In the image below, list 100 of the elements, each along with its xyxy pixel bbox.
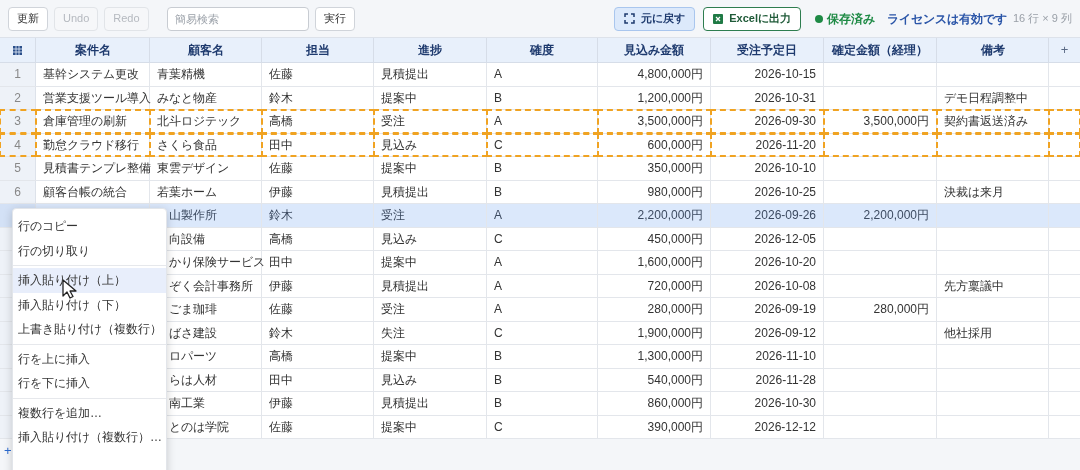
table-cell: 若葉ホーム xyxy=(150,180,262,203)
table-cell: 3,500,000円 xyxy=(598,110,711,133)
table-cell: 佐藤 xyxy=(262,157,374,180)
table-cell: 2026-09-12 xyxy=(711,321,824,344)
table-cell: 提案中 xyxy=(374,415,487,438)
table-cell: 1,600,000円 xyxy=(598,251,711,274)
table-cell: 2026-11-28 xyxy=(711,368,824,391)
table-cell: 先方稟議中 xyxy=(937,274,1049,297)
table-cell: 280,000円 xyxy=(598,298,711,321)
table-cell: 伊藤 xyxy=(262,180,374,203)
table-cell: 提案中 xyxy=(374,345,487,368)
table-cell: 2026-10-10 xyxy=(711,157,824,180)
table-cell: 勤怠クラウド移行 xyxy=(36,133,150,156)
table-cell: 伊藤 xyxy=(262,392,374,415)
table-cell: 高橋 xyxy=(262,345,374,368)
table-cell: 2,200,000円 xyxy=(824,204,937,227)
table-cell: みなと物産 xyxy=(150,86,262,109)
table-cell: 720,000円 xyxy=(598,274,711,297)
table-cell: 2026-10-25 xyxy=(711,180,824,203)
table-cell: A xyxy=(487,110,598,133)
table-cell: 1,200,000円 xyxy=(598,86,711,109)
table-cell: 失注 xyxy=(374,321,487,344)
table-cell: C xyxy=(487,227,598,250)
table-cell: 田中 xyxy=(262,251,374,274)
table-cell: 2026-10-08 xyxy=(711,274,824,297)
table-cell: 見込み xyxy=(374,133,487,156)
table-cell: B xyxy=(487,180,598,203)
table-cell: 見込み xyxy=(374,227,487,250)
table-cell: 2026-10-31 xyxy=(711,86,824,109)
table-cell: 350,000円 xyxy=(598,157,711,180)
table-cell: A xyxy=(487,204,598,227)
table-cell: 2026-09-19 xyxy=(711,298,824,321)
table-cell: 2026-12-12 xyxy=(711,415,824,438)
table-cell: B xyxy=(487,157,598,180)
dimensions-label: 16 行 × 9 列 xyxy=(1013,11,1072,27)
table-cell: B xyxy=(487,86,598,109)
table-cell: 倉庫管理の刷新 xyxy=(36,110,150,133)
table-cell: 1,900,000円 xyxy=(598,321,711,344)
table-cell: 2026-10-20 xyxy=(711,251,824,274)
table-cell: 鈴木 xyxy=(262,86,374,109)
table-cell: 見積提出 xyxy=(374,392,487,415)
table-cell: 2026-11-10 xyxy=(711,345,824,368)
table-cell: 2026-11-20 xyxy=(711,133,824,156)
table-cell: 営業支援ツール導入 xyxy=(36,86,150,109)
table-cell: B xyxy=(487,368,598,391)
table-cell: 決裁は来月 xyxy=(937,180,1049,203)
table-cell: 受注 xyxy=(374,204,487,227)
table-cell: A xyxy=(487,251,598,274)
table-cell: 佐藤 xyxy=(262,298,374,321)
table-cell: 鈴木 xyxy=(262,204,374,227)
table-cell: 見積提出 xyxy=(374,180,487,203)
table-cell: 顧客台帳の統合 xyxy=(36,180,150,203)
table-cell: 450,000円 xyxy=(598,227,711,250)
table-cell: A xyxy=(487,274,598,297)
table-cell: 2026-09-30 xyxy=(711,110,824,133)
table-cell: 860,000円 xyxy=(598,392,711,415)
table-cell: 伊藤 xyxy=(262,274,374,297)
license-status: ライセンスは有効です xyxy=(887,10,1007,28)
table-cell: 見積提出 xyxy=(374,274,487,297)
table-cell: 東雲デザイン xyxy=(150,157,262,180)
save-status: 保存済み xyxy=(827,10,875,28)
table-cell: 2026-10-15 xyxy=(711,63,824,86)
table-cell: 受注 xyxy=(374,298,487,321)
table-cell: 青葉精機 xyxy=(150,63,262,86)
table-cell: C xyxy=(487,415,598,438)
table-cell: 高橋 xyxy=(262,110,374,133)
table-cell: 契約書返送済み xyxy=(937,110,1049,133)
table-cell: C xyxy=(487,133,598,156)
table-cell: 980,000円 xyxy=(598,180,711,203)
table-cell: 1,300,000円 xyxy=(598,345,711,368)
table-cell: 280,000円 xyxy=(824,298,937,321)
table-cell: デモ日程調整中 xyxy=(937,86,1049,109)
table-cell: 佐藤 xyxy=(262,415,374,438)
table-cell: 佐藤 xyxy=(262,63,374,86)
table-cell: 見積提出 xyxy=(374,63,487,86)
table-cell: C xyxy=(487,321,598,344)
table-cell: 高橋 xyxy=(262,227,374,250)
table-cell: 3,500,000円 xyxy=(824,110,937,133)
table-cell: さくら食品 xyxy=(150,133,262,156)
table-cell: 提案中 xyxy=(374,251,487,274)
table-cell: 2026-10-30 xyxy=(711,392,824,415)
table-cell: 2026-09-26 xyxy=(711,204,824,227)
table-cell: 基幹システム更改 xyxy=(36,63,150,86)
table-cell: 提案中 xyxy=(374,86,487,109)
table-cell: 390,000円 xyxy=(598,415,711,438)
table-cell: 600,000円 xyxy=(598,133,711,156)
table-cell: A xyxy=(487,63,598,86)
table-cell: B xyxy=(487,345,598,368)
table-cell: 2026-12-05 xyxy=(711,227,824,250)
table-cell: 提案中 xyxy=(374,157,487,180)
table-cell: 4,800,000円 xyxy=(598,63,711,86)
table-cell: 北斗ロジテック xyxy=(150,110,262,133)
table-cell: 見込み xyxy=(374,368,487,391)
table-cell: 他社採用 xyxy=(937,321,1049,344)
table-cell: 田中 xyxy=(262,133,374,156)
table-cell: 鈴木 xyxy=(262,321,374,344)
table-cell: 田中 xyxy=(262,368,374,391)
table-cell: 見積書テンプレ整備 xyxy=(36,157,150,180)
table-cell: 2,200,000円 xyxy=(598,204,711,227)
table-cell: 受注 xyxy=(374,110,487,133)
